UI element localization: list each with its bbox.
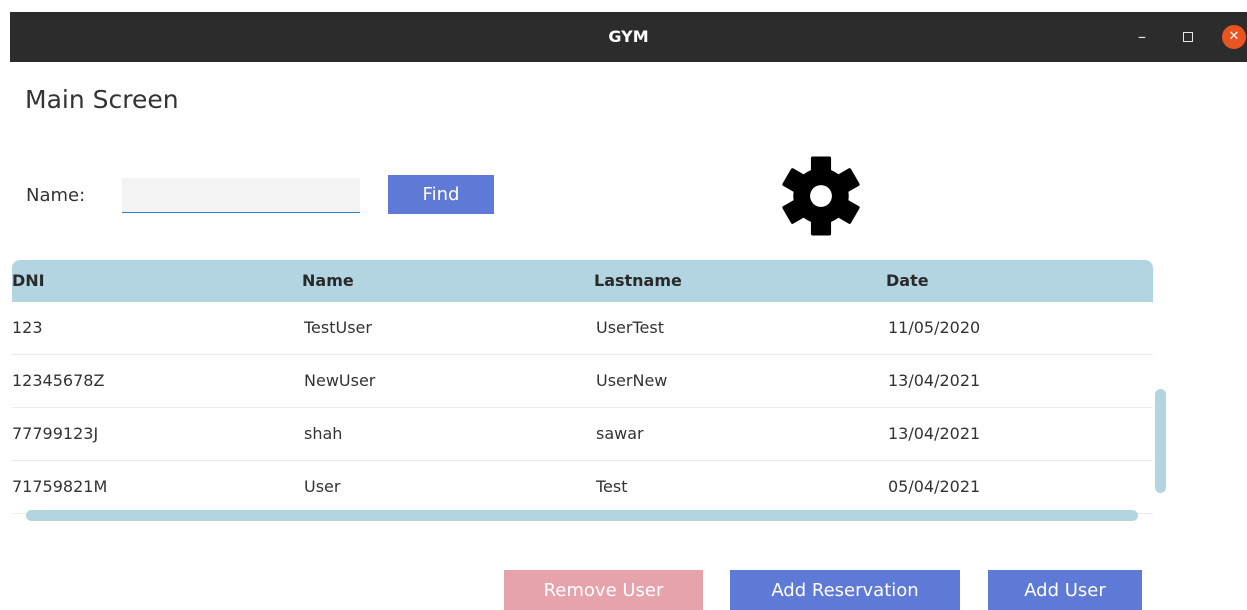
table-horizontal-scrollbar[interactable] <box>26 510 1138 521</box>
cell-dni: 12345678Z <box>12 371 105 390</box>
column-header-dni[interactable]: DNI <box>12 260 45 302</box>
remove-user-button[interactable]: Remove User <box>504 570 703 610</box>
cell-name: NewUser <box>304 371 376 390</box>
cell-name: TestUser <box>304 318 372 337</box>
cell-date: 13/04/2021 <box>888 424 981 443</box>
window-title: GYM <box>608 27 649 46</box>
table-row[interactable]: 77799123J shah sawar 13/04/2021 <box>12 408 1153 461</box>
cell-lastname: Test <box>596 477 628 496</box>
column-header-name[interactable]: Name <box>302 260 354 302</box>
cell-date: 11/05/2020 <box>888 318 981 337</box>
table-header: DNI Name Lastname Date <box>12 260 1153 302</box>
cell-lastname: UserTest <box>596 318 664 337</box>
page-title: Main Screen <box>25 85 179 114</box>
close-icon[interactable]: ✕ <box>1222 25 1246 49</box>
table-row[interactable]: 71759821M User Test 05/04/2021 <box>12 461 1153 514</box>
cell-date: 05/04/2021 <box>888 477 981 496</box>
column-header-lastname[interactable]: Lastname <box>594 260 682 302</box>
gear-icon[interactable] <box>779 154 863 238</box>
find-button[interactable]: Find <box>388 175 494 214</box>
table-vertical-scrollbar[interactable] <box>1155 389 1166 493</box>
name-label: Name: <box>26 185 86 206</box>
cell-name: shah <box>304 424 343 443</box>
cell-date: 13/04/2021 <box>888 371 981 390</box>
column-header-date[interactable]: Date <box>886 260 929 302</box>
cell-dni: 71759821M <box>12 477 108 496</box>
minimize-icon[interactable]: – <box>1130 25 1154 49</box>
table-row[interactable]: 12345678Z NewUser UserNew 13/04/2021 <box>12 355 1153 408</box>
cell-name: User <box>304 477 341 496</box>
window-titlebar: GYM – ✕ <box>10 12 1247 62</box>
cell-dni: 123 <box>12 318 43 337</box>
add-reservation-button[interactable]: Add Reservation <box>730 570 960 610</box>
add-user-button[interactable]: Add User <box>988 570 1142 610</box>
users-table: DNI Name Lastname Date 123 TestUser User… <box>12 260 1153 522</box>
cell-lastname: sawar <box>596 424 644 443</box>
table-body: 123 TestUser UserTest 11/05/2020 1234567… <box>12 302 1153 514</box>
maximize-icon[interactable] <box>1176 25 1200 49</box>
name-search-input[interactable] <box>122 178 360 213</box>
table-row[interactable]: 123 TestUser UserTest 11/05/2020 <box>12 302 1153 355</box>
cell-dni: 77799123J <box>12 424 99 443</box>
cell-lastname: UserNew <box>596 371 668 390</box>
